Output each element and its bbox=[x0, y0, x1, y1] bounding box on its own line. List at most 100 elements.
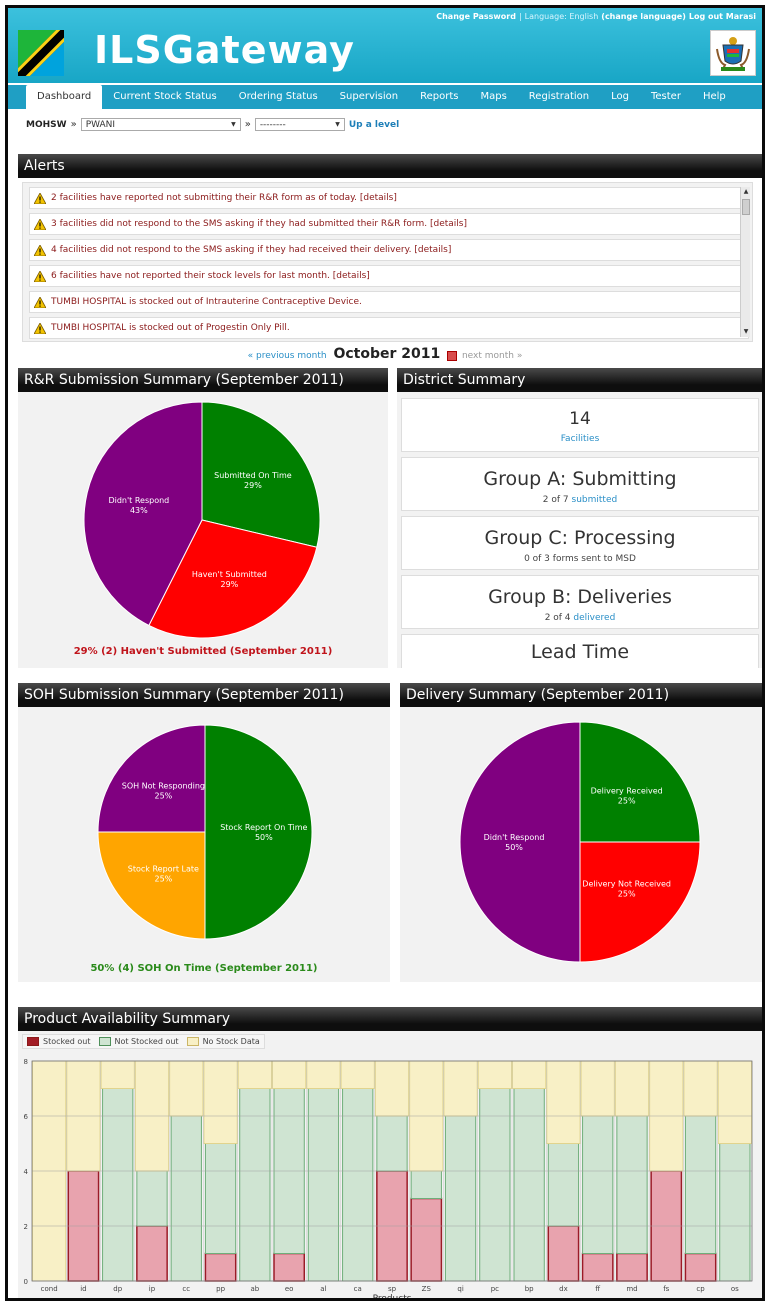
current-month: October 2011 bbox=[333, 346, 441, 362]
product-summary-title: Product Availability Summary bbox=[24, 1011, 231, 1027]
y-tick-label: 0 bbox=[24, 1278, 28, 1286]
tab-help[interactable]: Help bbox=[692, 85, 737, 109]
bar-segment-no-stock-data bbox=[169, 1060, 204, 1117]
scroll-up-icon[interactable]: ▲ bbox=[741, 187, 751, 197]
alert-item[interactable]: 2 facilities have reported not submittin… bbox=[29, 187, 749, 209]
x-tick-label: pp bbox=[216, 1285, 225, 1293]
y-tick-label: 6 bbox=[24, 1113, 29, 1121]
pie-slice-stock-report-on-time bbox=[204, 724, 313, 940]
up-level-link[interactable]: Up a level bbox=[349, 120, 399, 130]
alert-item[interactable]: 3 facilities did not respond to the SMS … bbox=[29, 213, 749, 235]
bar-segment-not-stocked-out bbox=[582, 1115, 614, 1254]
pie-slice-percent: 25% bbox=[618, 890, 636, 899]
change-language-link[interactable]: (change language) bbox=[601, 12, 686, 21]
x-tick-label: cond bbox=[41, 1285, 58, 1293]
bar-segment-no-stock-data bbox=[237, 1060, 272, 1089]
x-tick-label: ZS bbox=[422, 1285, 432, 1293]
pie-slice-label: SOH Not Responding bbox=[122, 781, 205, 790]
chevron-down-icon: ▼ bbox=[335, 121, 340, 128]
tab-current-stock-status[interactable]: Current Stock Status bbox=[102, 85, 227, 109]
alert-text: 6 facilities have not reported their sto… bbox=[51, 271, 370, 281]
tab-ordering-status[interactable]: Ordering Status bbox=[228, 85, 329, 109]
bar-segment-not-stocked-out bbox=[616, 1115, 648, 1254]
region-select[interactable]: PWANI ▼ bbox=[80, 118, 241, 131]
x-tick-label: ca bbox=[354, 1285, 362, 1293]
pie-slice-label: Stock Report Late bbox=[128, 865, 199, 874]
x-tick-label: ab bbox=[250, 1285, 259, 1293]
previous-month-link[interactable]: « previous month bbox=[248, 351, 327, 361]
bar-segment-stocked-out bbox=[684, 1252, 717, 1282]
legend-label: Stocked out bbox=[43, 1037, 91, 1046]
bar-segment-stocked-out bbox=[616, 1252, 648, 1282]
scroll-thumb[interactable] bbox=[742, 199, 750, 215]
alerts-scrollbar[interactable]: ▲ ▼ bbox=[740, 187, 750, 337]
group-b-card: Group B: Deliveries 2 of 4 delivered bbox=[401, 575, 759, 629]
alert-item[interactable]: TUMBI HOSPITAL is stocked out of Intraut… bbox=[29, 291, 749, 313]
group-a-title: Group A: Submitting bbox=[483, 468, 677, 490]
group-a-submitted-link[interactable]: submitted bbox=[572, 495, 618, 505]
warning-icon bbox=[34, 218, 46, 230]
tab-registration[interactable]: Registration bbox=[518, 85, 600, 109]
pie-slice-delivery-not-received bbox=[579, 841, 701, 963]
product-bar-chart: 0 2 4 6 8 cond id dp ip cc pp ab eo al ca sp ZS qi pc bp dx f… bbox=[24, 1058, 753, 1298]
x-tick-label: al bbox=[320, 1285, 326, 1293]
pie-slice-label: Submitted On Time bbox=[214, 471, 292, 480]
facilities-link[interactable]: Facilities bbox=[402, 434, 758, 444]
alert-item[interactable]: 4 facilities did not respond to the SMS … bbox=[29, 239, 749, 261]
soh-pie-chart: Stock Report On Time50% Stock Report Late… bbox=[97, 724, 313, 940]
warning-icon bbox=[34, 270, 46, 282]
legend-swatch bbox=[186, 1037, 199, 1046]
tab-dashboard[interactable]: Dashboard bbox=[26, 85, 103, 109]
alert-item[interactable]: TUMBI HOSPITAL is stocked out of Progest… bbox=[29, 317, 749, 339]
tab-reports[interactable]: Reports bbox=[409, 85, 469, 109]
pie-slice-label: Delivery Received bbox=[591, 786, 663, 795]
legend-item-no-stock-data: No Stock Data bbox=[186, 1037, 260, 1046]
header-banner: Change Password | Language: English (cha… bbox=[8, 8, 762, 83]
legend-swatch bbox=[27, 1037, 39, 1046]
tab-supervision[interactable]: Supervision bbox=[329, 85, 409, 109]
group-b-title: Group B: Deliveries bbox=[488, 586, 672, 608]
alert-text: TUMBI HOSPITAL is stocked out of Intraut… bbox=[51, 297, 362, 307]
facilities-count: 14 bbox=[569, 409, 591, 429]
pie-slice-percent: 43% bbox=[130, 506, 148, 515]
bar-segment-not-stocked-out bbox=[513, 1088, 545, 1282]
region-select-value: PWANI bbox=[85, 119, 116, 130]
bar-segment-no-stock-data bbox=[717, 1060, 753, 1144]
scroll-down-icon[interactable]: ▼ bbox=[741, 327, 751, 337]
rr-caption: 29% (2) Haven't Submitted (September 201… bbox=[73, 646, 333, 657]
delivery-summary-panel: Delivery Received 25% Delivery Not Receive… bbox=[400, 707, 762, 982]
pie-slice-label: Delivery Not Received bbox=[582, 880, 671, 889]
district-select[interactable]: -------- ▼ bbox=[254, 118, 345, 131]
next-month-link[interactable]: next month » bbox=[462, 351, 522, 361]
bar-segment-not-stocked-out bbox=[444, 1115, 477, 1282]
logout-link[interactable]: Log out Marasi bbox=[689, 12, 756, 21]
district-select-value: -------- bbox=[259, 119, 286, 130]
calendar-icon[interactable] bbox=[447, 350, 458, 361]
x-tick-label: md bbox=[626, 1285, 637, 1293]
change-password-link[interactable]: Change Password bbox=[436, 12, 516, 21]
x-tick-label: qi bbox=[457, 1285, 463, 1293]
tab-maps[interactable]: Maps bbox=[469, 85, 517, 109]
group-b-delivered-link[interactable]: delivered bbox=[573, 613, 615, 623]
pie-slice-label: Didn't Respond bbox=[108, 496, 169, 505]
alerts-title: Alerts bbox=[24, 158, 65, 174]
breadcrumb-root[interactable]: MOHSW bbox=[26, 120, 67, 130]
pie-slice-label: Haven't Submitted bbox=[192, 570, 267, 579]
chevron-down-icon: ▼ bbox=[231, 121, 236, 128]
alerts-header: Alerts bbox=[18, 154, 762, 178]
pie-slice-percent: 25% bbox=[154, 791, 172, 800]
bar-segment-no-stock-data bbox=[512, 1060, 547, 1089]
group-a-stat-row: 2 of 7 submitted bbox=[402, 495, 758, 505]
tab-tester[interactable]: Tester bbox=[640, 85, 692, 109]
bar-segment-not-stocked-out bbox=[342, 1088, 374, 1282]
x-tick-label: ff bbox=[595, 1285, 600, 1293]
district-summary-title: District Summary bbox=[403, 372, 526, 388]
rr-summary-panel: Submitted On Time 29% Haven't Submitted 29%… bbox=[18, 392, 388, 668]
alert-item[interactable]: 6 facilities have not reported their sto… bbox=[29, 265, 749, 287]
group-a-stat: 2 of 7 bbox=[542, 495, 569, 505]
x-tick-label: dp bbox=[113, 1285, 122, 1293]
tab-log[interactable]: Log bbox=[600, 85, 640, 109]
alert-text: 4 facilities did not respond to the SMS … bbox=[51, 245, 452, 255]
y-tick-label: 4 bbox=[24, 1168, 29, 1176]
bar-segment-no-stock-data bbox=[546, 1060, 581, 1144]
